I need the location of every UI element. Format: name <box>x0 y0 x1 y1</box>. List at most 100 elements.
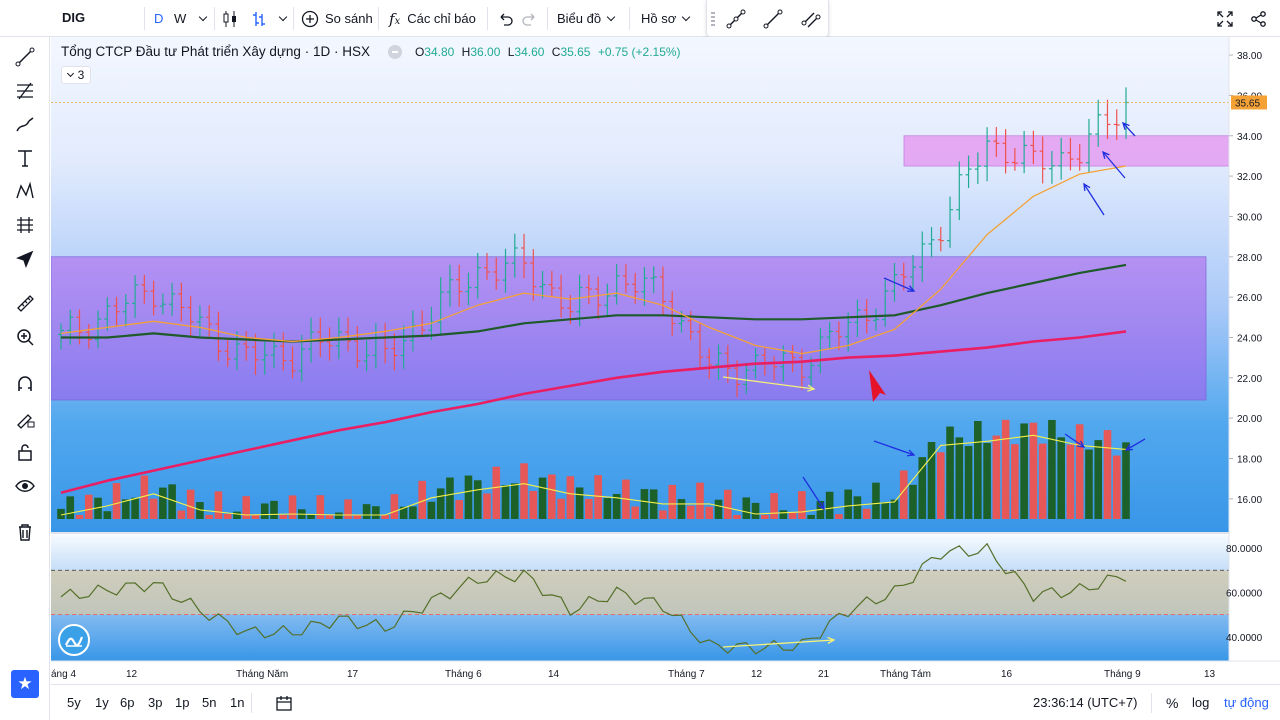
open-value: 34.80 <box>424 44 455 59</box>
range-6m-button[interactable]: 6p <box>120 695 134 710</box>
candle-type-button[interactable] <box>221 0 239 37</box>
time-tick-label: áng 4 <box>51 669 76 680</box>
tradingview-logo-icon[interactable] <box>58 624 90 656</box>
volume-bar <box>825 491 834 519</box>
bar-type-button[interactable] <box>251 0 267 37</box>
interval-dropdown[interactable] <box>193 0 208 37</box>
indicators-button[interactable]: fx Các chỉ báo <box>389 0 476 37</box>
volume-bar <box>751 502 760 519</box>
bars-icon <box>253 11 265 26</box>
rsi-band <box>51 570 1229 615</box>
left-drawing-toolbar: ★ <box>0 0 50 720</box>
volume-bar <box>594 475 602 519</box>
arrow-cursor-icon[interactable] <box>10 244 40 274</box>
volume-bar <box>974 421 982 519</box>
redo-button[interactable] <box>522 0 538 37</box>
hide-series-icon[interactable] <box>387 44 402 59</box>
price-tick-label: 32.00 <box>1237 172 1262 183</box>
low-value: 34.60 <box>514 44 545 59</box>
volume-bar <box>520 463 528 519</box>
symbol-title[interactable]: Tổng CTCP Đầu tư Phát triển Xây dựng · 1… <box>61 44 370 59</box>
separator <box>487 7 488 30</box>
rsi-tick-label: 40.0000 <box>1226 633 1263 644</box>
last-price-label: 35.65 <box>1235 98 1260 109</box>
indicators-toggle[interactable]: 3 <box>61 66 91 84</box>
plus-circle-icon <box>301 10 319 27</box>
interval-w-button[interactable]: W <box>174 0 186 37</box>
ray-tool-button[interactable] <box>761 7 785 34</box>
range-5d-button[interactable]: 5n <box>202 695 216 710</box>
clock-timezone[interactable]: 23:36:14 (UTC+7) <box>1033 695 1137 710</box>
auto-scale-button[interactable]: tự động <box>1224 695 1269 710</box>
volume-bar <box>103 511 112 519</box>
support-zone-lower[interactable] <box>51 256 1207 401</box>
time-tick-label: Tháng 6 <box>445 669 482 680</box>
volume-bar <box>1020 423 1028 519</box>
profile-menu-button[interactable]: Hồ sơ <box>641 0 691 37</box>
trend-line-tool-button[interactable] <box>724 7 748 34</box>
lock-drawing-icon[interactable] <box>10 403 40 433</box>
compare-button[interactable]: So sánh <box>301 0 373 37</box>
volume-bar <box>66 496 75 519</box>
ruler-icon[interactable] <box>10 288 40 318</box>
symbol-search[interactable]: DIG <box>62 10 85 25</box>
range-5y-button[interactable]: 5y <box>67 695 81 710</box>
volume-bar <box>983 442 991 519</box>
log-scale-button[interactable]: log <box>1192 695 1209 710</box>
time-tick-label: 17 <box>347 669 359 680</box>
resistance-zone-upper[interactable] <box>903 135 1230 167</box>
watchlist-star-icon[interactable]: ★ <box>11 670 39 698</box>
pattern-icon[interactable] <box>10 176 40 206</box>
volume-bar <box>714 499 723 519</box>
chart-type-dropdown[interactable] <box>273 0 288 37</box>
brush-icon[interactable] <box>10 110 40 140</box>
redo-icon <box>522 13 535 26</box>
close-value: 35.65 <box>560 44 591 59</box>
parallel-channel-tool-button[interactable] <box>799 7 823 34</box>
zoom-icon[interactable] <box>10 322 40 352</box>
volume-bar <box>251 514 260 519</box>
gann-fib-icon[interactable] <box>10 76 40 106</box>
volume-bar <box>705 506 714 519</box>
eye-icon[interactable] <box>10 471 40 501</box>
interval-d-button[interactable]: D <box>154 0 163 37</box>
volume-bar <box>835 514 843 519</box>
volume-bar <box>529 490 538 519</box>
chart-menu-button[interactable]: Biểu đồ <box>557 0 616 37</box>
volume-bar <box>177 510 186 519</box>
undo-button[interactable] <box>497 0 513 37</box>
open-label: O <box>414 44 425 59</box>
magnet-icon[interactable] <box>10 369 40 399</box>
range-3m-button[interactable]: 3p <box>148 695 162 710</box>
volume-bar <box>483 493 491 519</box>
goto-date-button[interactable] <box>275 694 293 715</box>
volume-bar <box>260 503 269 519</box>
volume-bar <box>223 513 232 519</box>
share-button[interactable] <box>1250 0 1268 37</box>
range-1y-button[interactable]: 1y <box>95 695 109 710</box>
trash-icon[interactable] <box>10 517 40 547</box>
volume-bar <box>909 484 917 519</box>
price-chart[interactable]: 38.00 36.00 34.00 32.00 30.00 28.00 26.00 24.00… <box>51 37 1280 683</box>
chevron-down-icon <box>66 69 74 78</box>
range-1m-button[interactable]: 1p <box>175 695 189 710</box>
rsi-tick-label: 60.0000 <box>1226 588 1263 599</box>
volume-bar <box>686 505 695 519</box>
fullscreen-button[interactable] <box>1216 0 1234 37</box>
trend-line-icon[interactable] <box>10 42 40 72</box>
time-tick-label: 13 <box>1204 669 1216 680</box>
volume-bar <box>1011 444 1019 519</box>
pane-separator[interactable] <box>51 532 1229 534</box>
time-tick-label: Tháng 9 <box>1104 669 1141 680</box>
rsi-tick-label: 80.0000 <box>1226 544 1263 555</box>
forecast-icon[interactable] <box>10 210 40 240</box>
range-1d-button[interactable]: 1n <box>230 695 244 710</box>
volume-bar <box>853 496 862 519</box>
percent-scale-button[interactable]: % <box>1166 695 1178 711</box>
unlock-icon[interactable] <box>10 437 40 467</box>
price-tick-label: 26.00 <box>1237 293 1262 304</box>
volume-bar <box>733 514 741 519</box>
text-tool-icon[interactable] <box>10 143 40 173</box>
volume-bar <box>335 512 343 519</box>
drag-handle[interactable] <box>711 12 715 26</box>
